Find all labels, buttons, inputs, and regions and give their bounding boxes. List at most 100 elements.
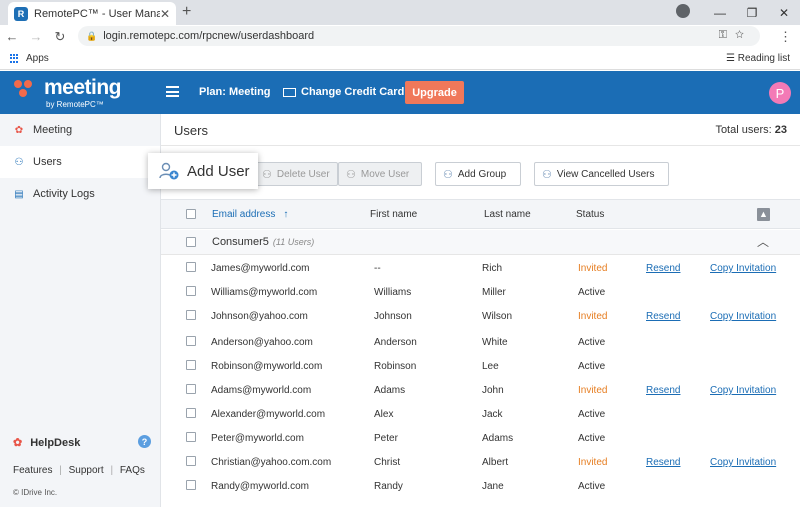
first-name-cell: Williams bbox=[374, 287, 412, 298]
change-credit-card-link[interactable]: Change Credit Card bbox=[283, 86, 404, 98]
hamburger-menu-icon[interactable] bbox=[166, 86, 179, 97]
minimize-icon[interactable]: — bbox=[704, 6, 736, 20]
first-name-column-header[interactable]: First name bbox=[370, 209, 417, 220]
reload-icon[interactable]: ↻ bbox=[48, 29, 72, 45]
more-menu-icon[interactable]: ⋮ bbox=[779, 29, 792, 45]
table-row[interactable]: Peter@myworld.com Peter Adams Active bbox=[161, 426, 800, 450]
group-row[interactable]: Consumer5 (11 Users) ︿ bbox=[161, 230, 800, 255]
row-checkbox[interactable] bbox=[186, 456, 196, 466]
bookmarks-bar: Apps ☰ Reading list bbox=[0, 48, 800, 70]
status-cell: Invited bbox=[578, 457, 608, 468]
select-all-checkbox[interactable] bbox=[186, 209, 196, 219]
row-checkbox[interactable] bbox=[186, 310, 196, 320]
helpdesk-label: HelpDesk bbox=[30, 436, 81, 449]
row-checkbox[interactable] bbox=[186, 360, 196, 370]
sidebar-item-activity-logs[interactable]: ▤ Activity Logs bbox=[0, 178, 160, 210]
url-text: login.remotepc.com/rpcnew/userdashboard bbox=[103, 30, 315, 42]
table-row[interactable]: Robinson@myworld.com Robinson Lee Active bbox=[161, 354, 800, 378]
last-name-cell: Lee bbox=[482, 361, 499, 372]
copy-invitation-link[interactable]: Copy Invitation bbox=[710, 263, 776, 274]
delete-user-label: Delete User bbox=[276, 168, 330, 180]
forward-icon[interactable]: → bbox=[24, 29, 48, 44]
browser-tab-bar: R RemotePC™ - User Management ✕ + — ❐ ✕ bbox=[0, 0, 800, 25]
upgrade-button[interactable]: Upgrade bbox=[405, 81, 464, 104]
restore-icon[interactable]: ❐ bbox=[736, 6, 768, 20]
resend-link[interactable]: Resend bbox=[646, 457, 680, 468]
features-link[interactable]: Features bbox=[13, 465, 52, 476]
last-name-column-header[interactable]: Last name bbox=[484, 209, 531, 220]
help-question-icon[interactable]: ? bbox=[138, 435, 151, 448]
copy-invitation-link[interactable]: Copy Invitation bbox=[710, 311, 776, 322]
status-cell: Active bbox=[578, 287, 606, 298]
last-name-cell: Rich bbox=[482, 263, 503, 274]
copy-invitation-link[interactable]: Copy Invitation bbox=[710, 385, 776, 396]
row-checkbox[interactable] bbox=[186, 480, 196, 490]
row-checkbox[interactable] bbox=[186, 408, 196, 418]
move-user-button[interactable]: ⚇ Move User bbox=[338, 162, 422, 186]
table-row[interactable]: Williams@myworld.com Williams Miller Active bbox=[161, 280, 800, 304]
star-icon[interactable]: ☆ bbox=[735, 29, 752, 41]
users-icon: ⚇ bbox=[14, 156, 24, 168]
group-checkbox[interactable] bbox=[186, 237, 196, 247]
email-cell: Christian@yahoo.com.com bbox=[211, 457, 332, 468]
first-name-cell: Alex bbox=[374, 409, 394, 420]
add-group-button[interactable]: ⚇ Add Group bbox=[435, 162, 521, 186]
plan-label: Plan: Meeting bbox=[199, 86, 271, 98]
row-checkbox[interactable] bbox=[186, 262, 196, 272]
email-cell: Robinson@myworld.com bbox=[211, 361, 323, 372]
apps-grid-icon[interactable] bbox=[10, 53, 20, 64]
table-row[interactable]: Christian@yahoo.com.com Christ Albert Invit… bbox=[161, 450, 800, 474]
table-row[interactable]: Anderson@yahoo.com Anderson White Active bbox=[161, 330, 800, 354]
url-field[interactable]: 🔒 login.remotepc.com/rpcnew/userdashboar… bbox=[78, 26, 760, 46]
email-column-header[interactable]: Email address ↑ bbox=[212, 209, 288, 220]
table-row[interactable]: Adams@myworld.com Adams John Invited Resend C… bbox=[161, 378, 800, 402]
avatar[interactable]: P bbox=[769, 82, 791, 104]
sidebar-item-meeting[interactable]: ✿ Meeting bbox=[0, 114, 160, 146]
resend-link[interactable]: Resend bbox=[646, 263, 680, 274]
chevron-up-icon[interactable]: ︿ bbox=[757, 233, 769, 250]
first-name-cell: -- bbox=[374, 263, 381, 274]
table-row[interactable]: Alexander@myworld.com Alex Jack Active bbox=[161, 402, 800, 426]
link-separator: | bbox=[110, 465, 114, 476]
row-checkbox[interactable] bbox=[186, 286, 196, 296]
close-window-icon[interactable]: ✕ bbox=[768, 6, 800, 20]
browser-tab[interactable]: R RemotePC™ - User Management ✕ bbox=[8, 2, 176, 25]
last-name-cell: Jack bbox=[482, 409, 503, 420]
resend-link[interactable]: Resend bbox=[646, 311, 680, 322]
profile-icon[interactable] bbox=[672, 4, 704, 21]
first-name-cell: Johnson bbox=[374, 311, 412, 322]
column-settings-icon[interactable]: ▲ bbox=[757, 208, 770, 221]
meeting-icon: ✿ bbox=[14, 124, 24, 136]
table-row[interactable]: Johnson@yahoo.com Johnson Wilson Invited Res… bbox=[161, 304, 800, 328]
footer-links: Features | Support | FAQs bbox=[13, 465, 149, 476]
key-icon[interactable]: ⚿ bbox=[719, 29, 735, 41]
row-checkbox[interactable] bbox=[186, 336, 196, 346]
total-users-label: Total users: bbox=[715, 124, 772, 136]
reading-list-button[interactable]: ☰ Reading list bbox=[726, 53, 790, 64]
faqs-link[interactable]: FAQs bbox=[120, 465, 145, 476]
view-cancelled-users-button[interactable]: ⚇ View Cancelled Users bbox=[534, 162, 669, 186]
add-user-button[interactable]: Add User bbox=[148, 153, 258, 189]
row-checkbox[interactable] bbox=[186, 432, 196, 442]
sidebar-item-users[interactable]: ⚇ Users bbox=[0, 146, 160, 178]
logo-word: meeting bbox=[44, 76, 122, 99]
delete-user-button[interactable]: ⚇ Delete User bbox=[254, 162, 338, 186]
status-column-header[interactable]: Status bbox=[576, 209, 604, 220]
sidebar-item-label: Activity Logs bbox=[33, 188, 95, 200]
support-link[interactable]: Support bbox=[69, 465, 104, 476]
apps-bookmark[interactable]: Apps bbox=[26, 53, 49, 64]
last-name-cell: White bbox=[482, 337, 508, 348]
table-row[interactable]: James@myworld.com -- Rich Invited Resend Copy… bbox=[161, 256, 800, 280]
row-checkbox[interactable] bbox=[186, 384, 196, 394]
new-tab-button[interactable]: + bbox=[182, 3, 191, 21]
table-row[interactable]: Randy@myworld.com Randy Jane Active bbox=[161, 474, 800, 498]
tab-title: RemotePC™ - User Management bbox=[34, 7, 160, 20]
back-icon[interactable]: ← bbox=[0, 29, 24, 44]
helpdesk-link[interactable]: ✿ HelpDesk ? bbox=[13, 435, 151, 449]
table-header: Email address ↑ First name Last name Stat… bbox=[161, 199, 800, 229]
add-user-label: Add User bbox=[187, 162, 250, 180]
tab-close-icon[interactable]: ✕ bbox=[160, 7, 170, 21]
status-cell: Invited bbox=[578, 311, 608, 322]
resend-link[interactable]: Resend bbox=[646, 385, 680, 396]
copy-invitation-link[interactable]: Copy Invitation bbox=[710, 457, 776, 468]
